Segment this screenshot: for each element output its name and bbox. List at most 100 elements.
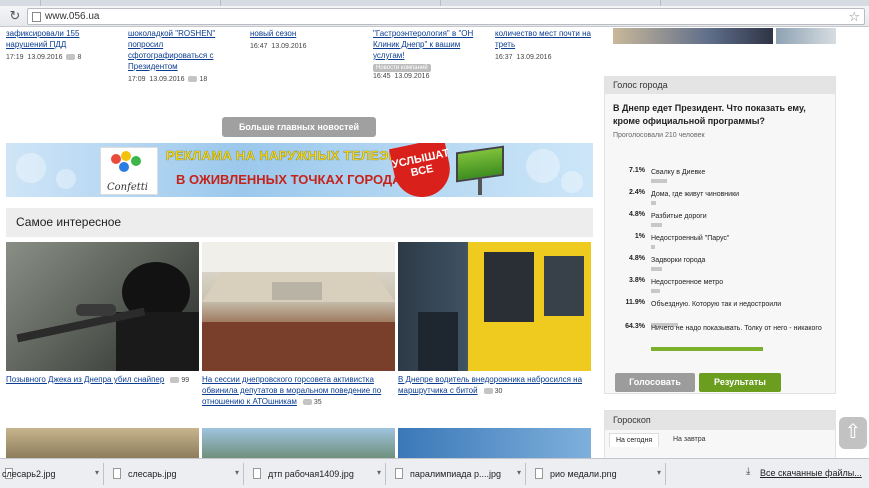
- sidebar-photo[interactable]: [613, 28, 773, 44]
- comment-icon: [66, 54, 76, 61]
- download-filename: слесарь2.jpg: [2, 469, 56, 479]
- chevron-down-icon[interactable]: ▾: [235, 468, 239, 477]
- news-time: 17:09: [128, 76, 146, 83]
- download-item[interactable]: паралимпиада р....jpg ▾: [390, 463, 526, 485]
- horoscope-widget: Гороскоп На сегодня На завтра: [604, 410, 836, 458]
- tab-tomorrow[interactable]: На завтра: [667, 433, 712, 446]
- logo-petal: [121, 151, 131, 161]
- poll-option-percent: 11.9%: [625, 299, 645, 306]
- city-poll-widget: Голос города В Днепр едет Президент. Что…: [604, 76, 836, 394]
- news-item: шоколадкой "ROSHEN" попросил сфотографир…: [128, 28, 240, 83]
- bookmark-star-icon[interactable]: ☆: [848, 9, 860, 24]
- logo-petal: [131, 156, 141, 166]
- download-item[interactable]: слесарь.jpg ▾: [108, 463, 244, 485]
- comment-count: 35: [313, 399, 322, 406]
- news-time: 16:47: [250, 43, 268, 50]
- bokeh-decoration: [16, 153, 46, 183]
- poll-option-label: Объездную. Которую так и недостроили: [651, 301, 782, 308]
- news-title[interactable]: "Гастроэнтерология" в "ОН Клиник Днепр" …: [373, 28, 485, 61]
- comment-icon: [188, 76, 198, 83]
- news-meta: 17:09 13.09.2016 18: [128, 76, 240, 83]
- news-photo-council[interactable]: [202, 242, 395, 371]
- poll-question: В Днепр едет Президент. Что показать ему…: [613, 103, 806, 126]
- news-photo-minibus[interactable]: [398, 242, 591, 371]
- news-time: 17:19: [6, 54, 24, 61]
- ad-banner[interactable]: Confetti РЕКЛАМА НА НАРУЖНЫХ ТЕЛЕЭКРАНАХ…: [6, 143, 593, 197]
- comment-icon: [170, 376, 180, 383]
- photo-title[interactable]: На сессии днепровского горсовета активис…: [202, 375, 381, 406]
- news-title[interactable]: шоколадкой "ROSHEN" попросил сфотографир…: [128, 28, 240, 72]
- news-photo[interactable]: [6, 428, 199, 458]
- download-item[interactable]: дтп рабочая1409.jpg ▾: [248, 463, 386, 485]
- chevron-down-icon[interactable]: ▾: [377, 468, 381, 477]
- poll-option-label: Разбитые дороги: [651, 213, 707, 220]
- news-meta: 16:47 13.09.2016: [250, 43, 362, 50]
- address-bar: ↻ www.056.ua ☆: [0, 6, 869, 27]
- poll-option-bar: [651, 245, 655, 249]
- bokeh-decoration: [526, 149, 560, 183]
- download-item[interactable]: рио медали.png ▾: [530, 463, 666, 485]
- news-photo[interactable]: [398, 428, 591, 458]
- poll-option-bar: [651, 267, 662, 271]
- photo-caption: На сессии днепровского горсовета активис…: [202, 374, 395, 408]
- comment-count: 30: [494, 388, 503, 395]
- results-button[interactable]: Результаты: [699, 373, 781, 392]
- news-date: 13.09.2016: [516, 54, 552, 61]
- chevron-down-icon[interactable]: ▾: [657, 468, 661, 477]
- logo-text: Confetti: [107, 182, 148, 193]
- section-title: Самое интересное: [16, 215, 122, 229]
- news-meta: 17:19 13.09.2016 8: [6, 54, 118, 61]
- sidebar-photo[interactable]: [776, 28, 836, 44]
- scroll-to-top-button[interactable]: ⇧: [839, 417, 867, 449]
- poll-option-percent: 2.4%: [629, 189, 645, 196]
- news-meta: 16:37 13.09.2016: [495, 54, 607, 61]
- news-title[interactable]: зафиксировали 155 нарушений ПДД: [6, 28, 118, 50]
- url-input[interactable]: www.056.ua ☆: [27, 8, 865, 25]
- page-icon: [32, 12, 41, 22]
- poll-option-percent: 64.3%: [625, 323, 645, 330]
- download-filename: паралимпиада р....jpg: [410, 469, 502, 479]
- news-meta: 16:45 13.09.2016: [373, 73, 485, 80]
- vote-button[interactable]: Голосовать: [615, 373, 695, 392]
- confetti-logo: Confetti: [100, 147, 158, 195]
- news-item: новый сезон 16:47 13.09.2016: [250, 28, 362, 50]
- reload-icon[interactable]: ↻: [8, 9, 22, 23]
- poll-option-label: Недостроенное метро: [651, 279, 724, 286]
- poll-option-percent: 1%: [634, 233, 645, 240]
- poll-option-percent: 7.1%: [629, 167, 645, 174]
- news-photo-sniper[interactable]: [6, 242, 199, 371]
- banner-badge: УСЛЫШАТ ВСЕ: [388, 143, 456, 197]
- comment-count: 18: [199, 76, 208, 83]
- more-news-button[interactable]: Больше главных новостей: [222, 117, 376, 137]
- page-content: зафиксировали 155 нарушений ПДД 17:19 13…: [0, 28, 869, 458]
- news-date: 13.09.2016: [271, 43, 307, 50]
- billboard-icon: [456, 145, 504, 183]
- file-icon: [253, 468, 261, 479]
- all-downloads-link[interactable]: Все скачанные файлы...: [760, 468, 862, 478]
- chevron-down-icon[interactable]: ▾: [517, 468, 521, 477]
- news-title[interactable]: новый сезон: [250, 28, 362, 39]
- photo-title[interactable]: Позывного Джека из Днепра убил снайпер: [6, 375, 164, 384]
- horoscope-tabs: На сегодня На завтра: [605, 433, 837, 449]
- council-illustration: [202, 242, 395, 371]
- downloads-bar: слесарь2.jpg ▾ слесарь.jpg ▾ дтп рабочая14…: [0, 458, 869, 488]
- news-title[interactable]: количество мест почти на треть: [495, 28, 607, 50]
- poll-option-label: Свалку в Диевке: [651, 169, 706, 176]
- poll-option-label: Недостроенный "Парус": [651, 235, 730, 242]
- tab-today[interactable]: На сегодня: [609, 433, 660, 447]
- comment-count: 99: [181, 377, 190, 384]
- news-item: зафиксировали 155 нарушений ПДД 17:19 13…: [6, 28, 118, 61]
- download-icon: ⤓: [746, 466, 751, 477]
- poll-option-label: Ничего не надо показывать. Толку от него…: [651, 325, 822, 332]
- file-icon: [535, 468, 543, 479]
- poll-header: Голос города: [605, 77, 835, 94]
- poll-option-bar: [651, 201, 656, 205]
- url-text[interactable]: www.056.ua: [45, 11, 99, 22]
- company-news-badge[interactable]: Новости компаний: [373, 64, 431, 72]
- download-item[interactable]: слесарь2.jpg ▾: [0, 463, 104, 485]
- news-item: количество мест почти на треть 16:37 13.…: [495, 28, 607, 61]
- news-photo[interactable]: [202, 428, 395, 458]
- chevron-down-icon[interactable]: ▾: [95, 468, 99, 477]
- banner-subline: В ОЖИВЛЕННЫХ ТОЧКАХ ГОРОДА: [176, 172, 402, 187]
- comment-count: 8: [77, 54, 82, 61]
